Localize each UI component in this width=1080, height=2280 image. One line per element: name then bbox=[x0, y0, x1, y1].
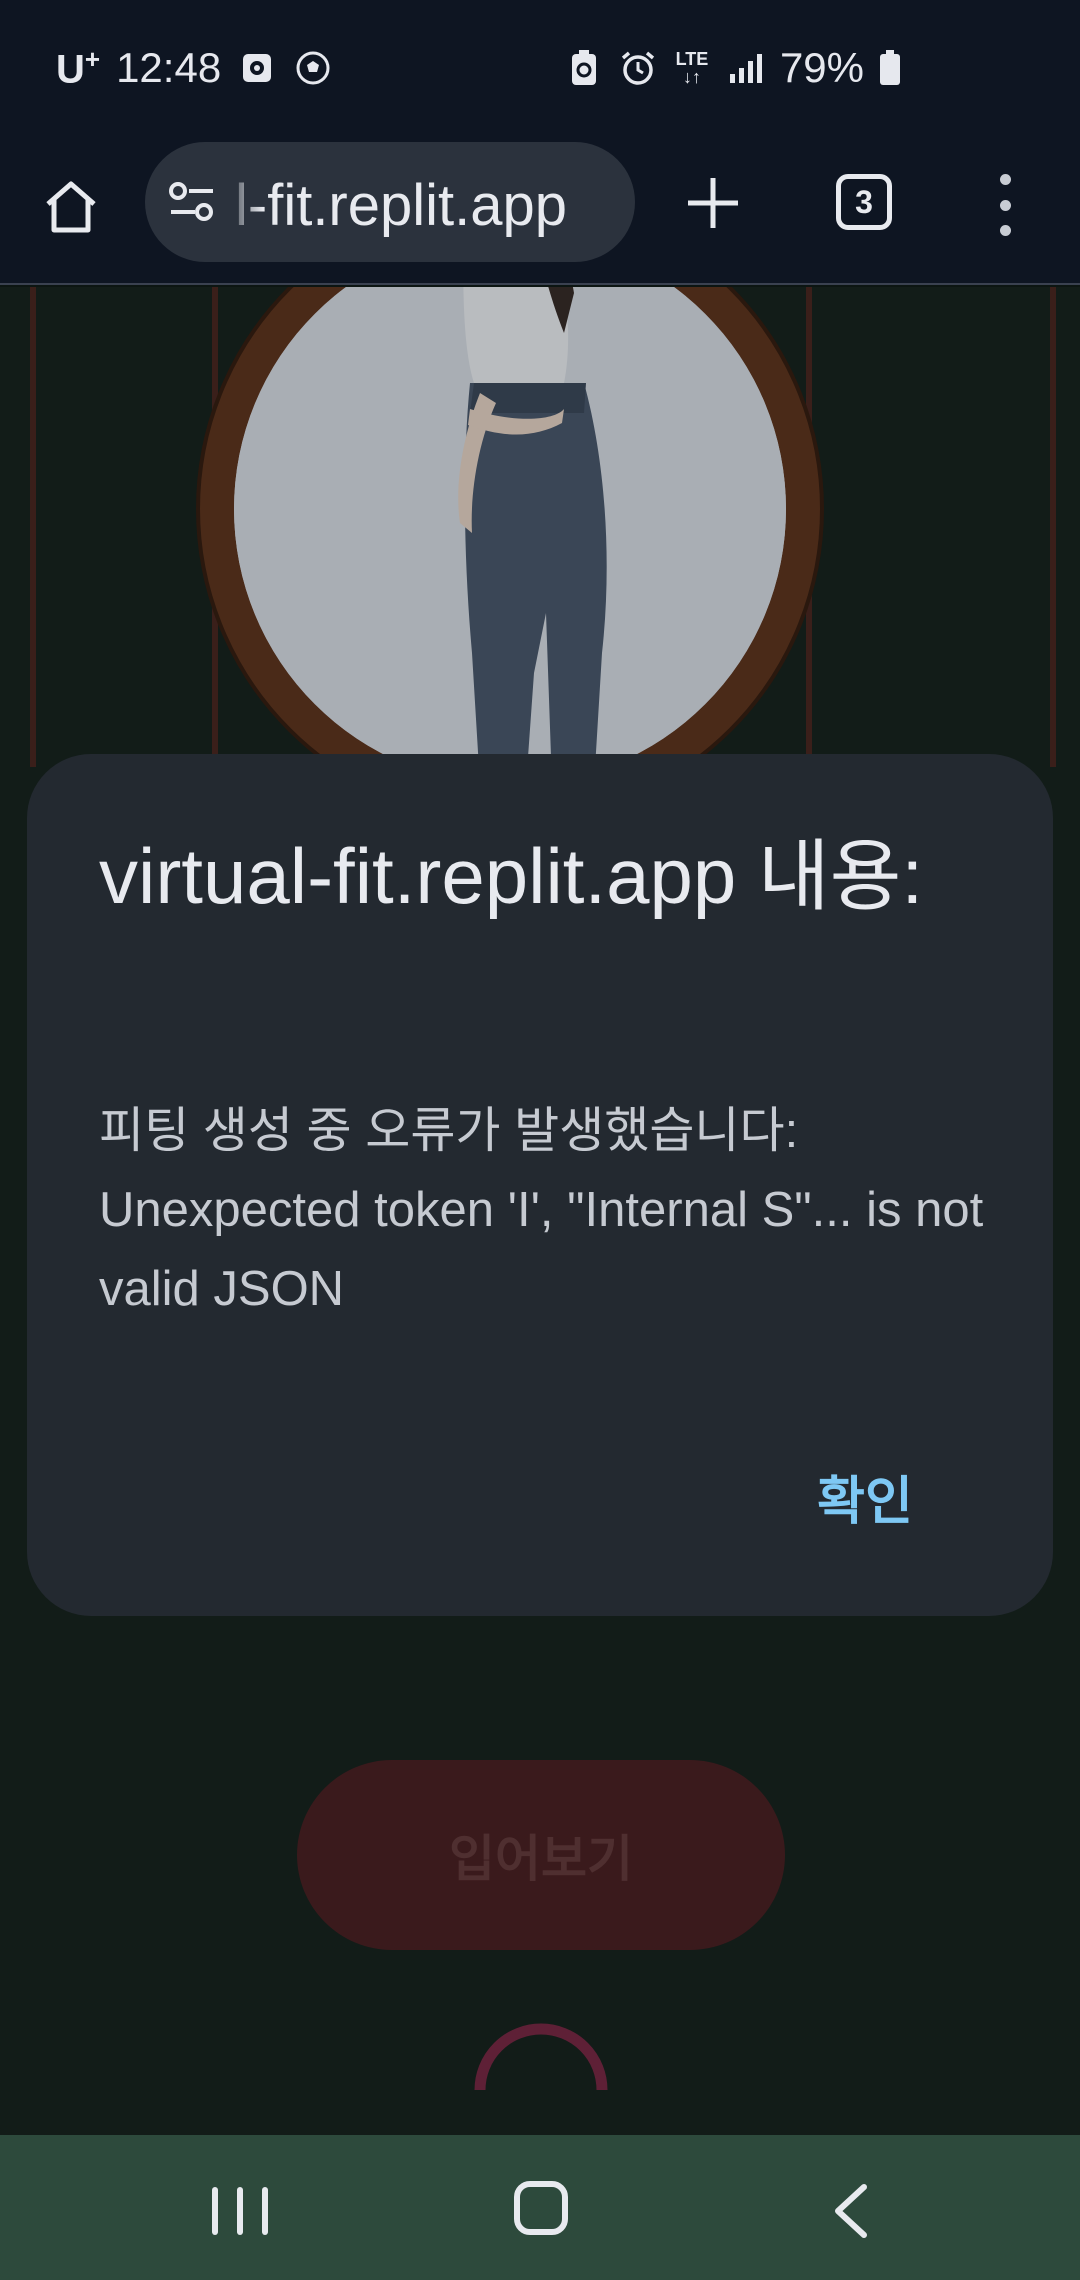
status-left: U+ 12:48 bbox=[56, 44, 333, 92]
dialog-message: 피팅 생성 중 오류가 발생했습니다: Unexpected token 'I'… bbox=[99, 1104, 984, 1316]
recents-icon[interactable] bbox=[212, 2187, 268, 2235]
signal-icon bbox=[726, 48, 766, 88]
ok-button[interactable]: 확인 bbox=[795, 1454, 935, 1538]
menu-dot bbox=[999, 199, 1011, 211]
battery-saver-icon bbox=[564, 48, 604, 88]
menu-dot bbox=[999, 174, 1011, 185]
url-bar[interactable]: l-fit.replit.app bbox=[145, 142, 635, 262]
carrier-text: U bbox=[56, 47, 85, 92]
menu-dot bbox=[999, 225, 1011, 236]
portrait-frame bbox=[196, 287, 824, 823]
curtain-stripe bbox=[1050, 287, 1056, 767]
url-fade bbox=[223, 142, 263, 262]
try-on-button[interactable]: 입어보기 bbox=[297, 1760, 785, 1950]
home-nav-icon[interactable] bbox=[514, 2181, 568, 2235]
curtain-stripe bbox=[30, 287, 36, 767]
carrier-label: U+ bbox=[56, 44, 100, 92]
model-photo bbox=[234, 287, 786, 785]
battery-percent: 79% bbox=[779, 44, 864, 91]
status-bar: U+ 12:48 LTE ↓↑ 79% bbox=[0, 0, 1080, 140]
recents-line bbox=[262, 2187, 268, 2235]
screenshot-icon bbox=[237, 48, 277, 88]
alert-dialog: virtual-fit.replit.app 내용: 피팅 생성 중 오류가 발… bbox=[27, 754, 1053, 1616]
clock: 12:48 bbox=[116, 44, 222, 92]
more-menu-icon[interactable] bbox=[990, 170, 1020, 240]
data-arrows: ↓↑ bbox=[682, 67, 701, 87]
soccer-ball-icon bbox=[293, 48, 333, 88]
screen: U+ 12:48 LTE ↓↑ 79% l-fit.replit.app 3 입… bbox=[0, 0, 1080, 2280]
carrier-plus: + bbox=[84, 44, 101, 74]
tab-switcher-icon[interactable]: 3 bbox=[836, 174, 892, 230]
browser-toolbar: l-fit.replit.app 3 bbox=[0, 140, 1080, 285]
loading-spinner bbox=[474, 2023, 608, 2091]
back-icon[interactable] bbox=[826, 2183, 876, 2239]
home-icon[interactable] bbox=[34, 170, 108, 244]
site-settings-icon[interactable] bbox=[167, 180, 217, 224]
lte-data-icon: LTE ↓↑ bbox=[672, 48, 712, 88]
recents-line bbox=[237, 2187, 243, 2235]
lte-label: LTE bbox=[675, 49, 709, 69]
url-text: l-fit.replit.app bbox=[235, 173, 568, 238]
new-tab-icon[interactable] bbox=[680, 170, 746, 236]
battery-icon bbox=[878, 48, 902, 88]
recents-line bbox=[212, 2187, 218, 2235]
status-right: LTE ↓↑ 79% bbox=[564, 44, 902, 92]
dialog-title: virtual-fit.replit.app 내용: bbox=[99, 832, 924, 920]
system-nav-bar bbox=[0, 2135, 1080, 2280]
tab-count: 3 bbox=[855, 183, 873, 220]
alarm-icon bbox=[618, 48, 658, 88]
